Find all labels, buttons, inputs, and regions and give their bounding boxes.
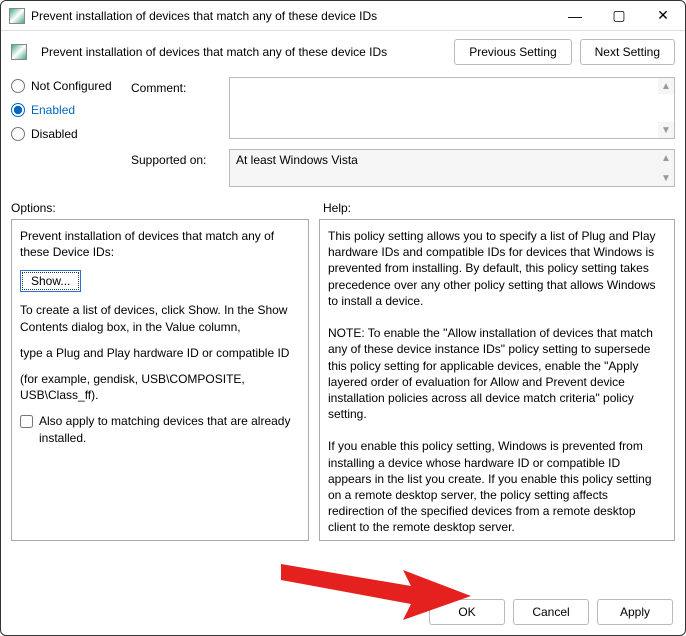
radio-disabled-label[interactable]: Disabled	[31, 127, 78, 141]
titlebar: Prevent installation of devices that mat…	[1, 1, 685, 31]
footer-buttons: OK Cancel Apply	[1, 589, 685, 635]
radio-disabled[interactable]	[11, 127, 25, 141]
supported-on-field: At least Windows Vista ▲ ▼	[229, 149, 675, 187]
previous-setting-button[interactable]: Previous Setting	[454, 39, 571, 65]
apply-button[interactable]: Apply	[597, 599, 673, 625]
comment-label: Comment:	[131, 77, 221, 139]
scroll-down-icon[interactable]: ▼	[658, 170, 674, 186]
window-title: Prevent installation of devices that mat…	[31, 9, 553, 23]
options-heading: Options:	[11, 201, 309, 215]
config-row: Not Configured Enabled Disabled Comment:…	[1, 75, 685, 193]
help-panel: This policy setting allows you to specif…	[319, 219, 675, 541]
maximize-button[interactable]: ▢	[597, 1, 641, 31]
help-paragraph: NOTE: To enable the "Allow installation …	[328, 325, 666, 422]
supported-on-value: At least Windows Vista	[236, 153, 358, 167]
minimize-button[interactable]: —	[553, 1, 597, 31]
state-radios: Not Configured Enabled Disabled	[11, 77, 121, 187]
scroll-up-icon[interactable]: ▲	[658, 78, 674, 94]
scroll-down-icon[interactable]: ▼	[658, 122, 674, 138]
options-intro: Prevent installation of devices that mat…	[20, 228, 300, 260]
help-heading: Help:	[323, 201, 351, 215]
also-apply-checkbox[interactable]	[20, 415, 33, 428]
radio-not-configured-label[interactable]: Not Configured	[31, 79, 112, 93]
also-apply-label[interactable]: Also apply to matching devices that are …	[39, 413, 300, 445]
options-text-1: To create a list of devices, click Show.…	[20, 302, 300, 334]
help-paragraph: If you enable this policy setting, Windo…	[328, 438, 666, 535]
options-text-2: type a Plug and Play hardware ID or comp…	[20, 345, 300, 361]
gpo-icon	[9, 8, 25, 24]
radio-not-configured[interactable]	[11, 79, 25, 93]
comment-field[interactable]	[230, 78, 674, 138]
help-paragraph: This policy setting allows you to specif…	[328, 228, 666, 309]
options-panel: Prevent installation of devices that mat…	[11, 219, 309, 541]
ok-button[interactable]: OK	[429, 599, 505, 625]
policy-name: Prevent installation of devices that mat…	[41, 45, 446, 59]
panels: Prevent installation of devices that mat…	[1, 219, 685, 589]
close-button[interactable]: ✕	[641, 1, 685, 31]
subheader: Prevent installation of devices that mat…	[1, 31, 685, 75]
scroll-up-icon[interactable]: ▲	[658, 150, 674, 166]
radio-enabled[interactable]	[11, 103, 25, 117]
comment-field-wrap: ▲ ▼	[229, 77, 675, 139]
cancel-button[interactable]: Cancel	[513, 599, 589, 625]
window-controls: — ▢ ✕	[553, 1, 685, 31]
gpo-icon	[11, 44, 27, 60]
radio-enabled-label[interactable]: Enabled	[31, 103, 75, 117]
options-text-3: (for example, gendisk, USB\COMPOSITE, US…	[20, 371, 300, 403]
supported-on-label: Supported on:	[131, 149, 221, 187]
next-setting-button[interactable]: Next Setting	[580, 39, 675, 65]
show-button[interactable]: Show...	[20, 270, 81, 292]
panels-header: Options: Help:	[1, 193, 685, 219]
